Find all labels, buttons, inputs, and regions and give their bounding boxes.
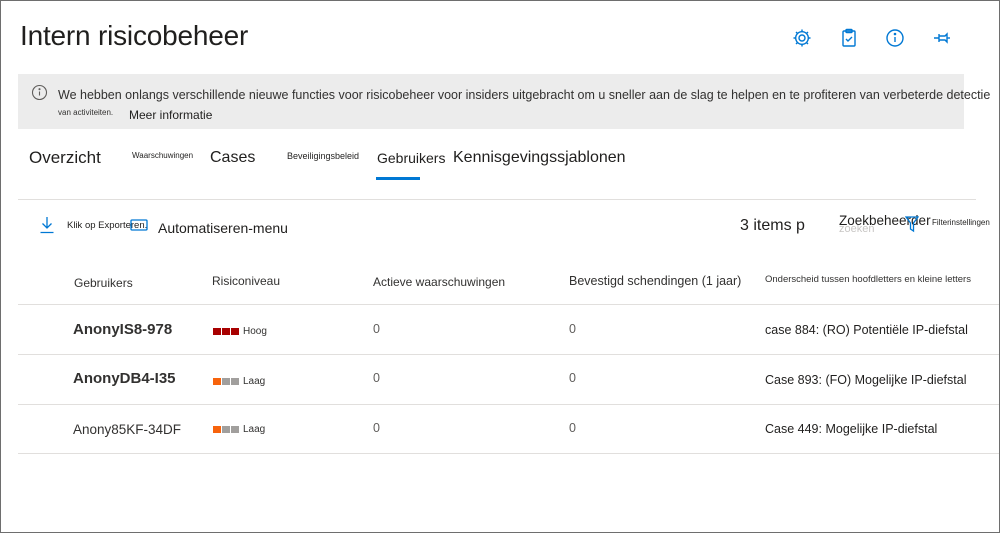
column-header-risk-level[interactable]: Risiconiveau bbox=[212, 274, 280, 288]
tab-policies[interactable]: Beveiligingsbeleid bbox=[287, 151, 359, 161]
column-header-case[interactable]: Onderscheid tussen hoofdletters en klein… bbox=[765, 274, 971, 285]
user-name[interactable]: AnonyDB4-I35 bbox=[73, 370, 176, 387]
filter-icon[interactable] bbox=[904, 215, 920, 233]
learn-more-link[interactable]: Meer informatie bbox=[129, 108, 212, 122]
risk-label: Laag bbox=[243, 424, 266, 436]
tab-overview[interactable]: Overzicht bbox=[29, 148, 101, 168]
violations-value: 0 bbox=[569, 322, 576, 336]
app-window: Intern risicobeheer We hebben onlangs ve… bbox=[0, 0, 1000, 533]
download-icon[interactable] bbox=[39, 216, 55, 234]
page-title: Intern risicobeheer bbox=[20, 20, 249, 51]
violations-value: 0 bbox=[569, 421, 576, 435]
pin-icon[interactable] bbox=[931, 27, 953, 49]
automate-icon[interactable] bbox=[130, 218, 148, 231]
gear-icon[interactable] bbox=[791, 27, 813, 49]
risk-indicator: Hoog bbox=[213, 323, 267, 338]
tab-users[interactable]: Gebruikers bbox=[377, 150, 445, 166]
case-link[interactable]: Case 449: Mogelijke IP-diefstal bbox=[765, 422, 937, 436]
risk-label: Hoog bbox=[243, 326, 267, 338]
active-alerts-value: 0 bbox=[373, 322, 380, 336]
violations-value: 0 bbox=[569, 371, 576, 385]
case-link[interactable]: case 884: (RO) Potentiële IP-diefstal bbox=[765, 323, 968, 337]
info-icon[interactable] bbox=[884, 27, 906, 49]
automate-menu[interactable]: Automatiseren-menu bbox=[158, 220, 288, 236]
risk-indicator: Laag bbox=[213, 421, 266, 436]
tab-notice-templates[interactable]: Kennisgevingssjablonen bbox=[453, 149, 626, 167]
column-header-active-alerts[interactable]: Actieve waarschuwingen bbox=[373, 275, 505, 289]
user-name[interactable]: AnonyIS8-978 bbox=[73, 321, 172, 338]
row-divider bbox=[18, 404, 999, 405]
active-alerts-value: 0 bbox=[373, 421, 380, 435]
banner-message-continued: van activiteiten. bbox=[58, 108, 114, 117]
active-tab-indicator bbox=[376, 177, 420, 180]
row-divider bbox=[18, 453, 999, 454]
case-link[interactable]: Case 893: (FO) Mogelijke IP-diefstal bbox=[765, 373, 966, 387]
user-name[interactable]: Anony85KF-34DF bbox=[73, 422, 181, 437]
tab-alerts[interactable]: Waarschuwingen bbox=[132, 151, 193, 160]
tab-cases[interactable]: Cases bbox=[210, 149, 255, 167]
row-divider bbox=[18, 304, 999, 305]
filter-settings-button[interactable]: Filterinstellingen bbox=[932, 218, 990, 227]
active-alerts-value: 0 bbox=[373, 371, 380, 385]
info-circle-icon bbox=[31, 84, 48, 101]
info-banner: We hebben onlangs verschillende nieuwe f… bbox=[18, 74, 990, 129]
column-header-users[interactable]: Gebruikers bbox=[74, 276, 133, 290]
banner-message: We hebben onlangs verschillende nieuwe f… bbox=[58, 88, 991, 102]
row-divider bbox=[18, 354, 999, 355]
risk-indicator: Laag bbox=[213, 373, 266, 388]
header-toolbar bbox=[791, 27, 961, 49]
clipboard-icon[interactable] bbox=[838, 27, 860, 49]
tab-divider bbox=[18, 199, 976, 200]
column-header-confirmed-violations[interactable]: Bevestigd schendingen (1 jaar) bbox=[569, 274, 741, 288]
items-count: 3 items p bbox=[740, 217, 805, 234]
risk-label: Laag bbox=[243, 376, 266, 388]
